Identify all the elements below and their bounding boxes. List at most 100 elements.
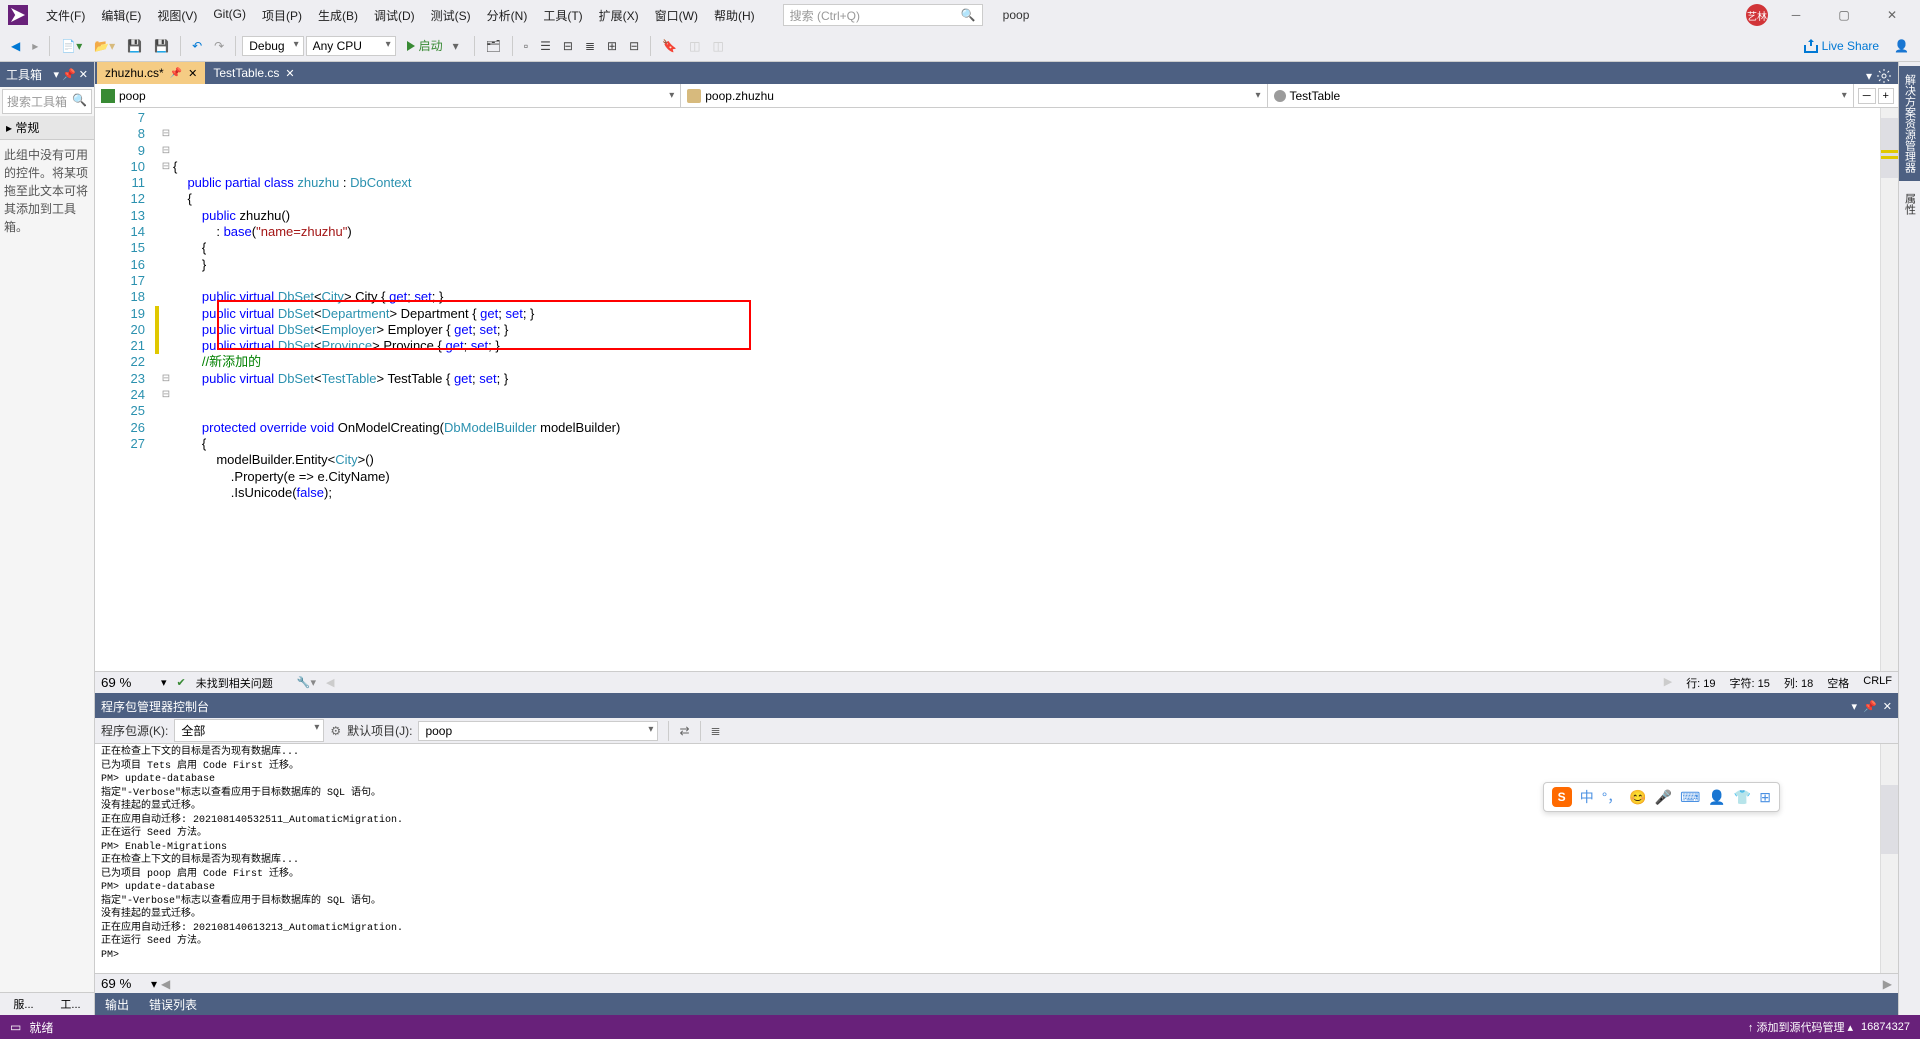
user-avatar[interactable]: 艺林	[1746, 4, 1768, 26]
status-ready-icon: ▭	[10, 1020, 21, 1034]
pmc-source-dropdown[interactable]: 全部	[174, 719, 324, 742]
tb-icon-8[interactable]: 🔖	[657, 36, 682, 56]
pin-icon[interactable]: ▾ 📌 ✕	[53, 68, 88, 81]
save-all-button[interactable]: 💾	[149, 36, 174, 56]
ime-skin-icon[interactable]: 👕	[1734, 789, 1751, 806]
document-tab[interactable]: zhuzhu.cs* 📌 ✕	[97, 62, 205, 84]
config-dropdown[interactable]: Debug	[242, 36, 303, 56]
tb-icon-5[interactable]: ≣	[580, 36, 600, 56]
menu-调试[interactable]: 调试(D)	[366, 3, 423, 28]
open-button[interactable]: 📂▾	[89, 36, 120, 56]
save-button[interactable]: 💾	[122, 36, 147, 56]
tb-icon-10[interactable]: ◫	[707, 36, 728, 56]
menu-分析[interactable]: 分析(N)	[479, 3, 536, 28]
pmc-pin-icon[interactable]: 📌	[1863, 700, 1877, 713]
platform-dropdown[interactable]: Any CPU	[306, 36, 396, 56]
tb-icon-4[interactable]: ⊟	[558, 36, 578, 56]
close-button[interactable]: ✕	[1872, 1, 1912, 29]
tb-icon-6[interactable]: ⊞	[602, 36, 622, 56]
menu-视图[interactable]: 视图(V)	[149, 3, 205, 28]
menu-扩展[interactable]: 扩展(X)	[591, 3, 647, 28]
toolbox-tab[interactable]: 工...	[47, 993, 94, 1015]
menu-帮助[interactable]: 帮助(H)	[706, 3, 763, 28]
maximize-button[interactable]: ▢	[1824, 1, 1864, 29]
menu-生成[interactable]: 生成(B)	[310, 3, 366, 28]
redo-button[interactable]: ↷	[209, 36, 229, 56]
tb-icon-1[interactable]: 🗂	[481, 36, 506, 56]
split-horizontal-button[interactable]: ─	[1858, 88, 1876, 104]
tb-icon-2[interactable]: ▫	[519, 36, 533, 56]
menu-编辑[interactable]: 编辑(E)	[93, 3, 149, 28]
close-icon[interactable]: ✕	[285, 67, 294, 80]
minimize-button[interactable]: ─	[1776, 1, 1816, 29]
document-tab[interactable]: TestTable.cs ✕	[205, 62, 302, 84]
nav-member-dropdown[interactable]: TestTable	[1268, 84, 1854, 107]
source-control-button[interactable]: ↑ 添加到源代码管理 ▴	[1748, 1019, 1853, 1035]
ime-mic-icon[interactable]: 🎤	[1655, 789, 1672, 806]
pmc-close-icon[interactable]: ✕	[1883, 700, 1892, 713]
tab-overflow-icon[interactable]: ▾	[1866, 69, 1872, 83]
feedback-icon[interactable]: 👤	[1889, 36, 1914, 56]
menu-工具[interactable]: 工具(T)	[535, 3, 590, 28]
menu-测试[interactable]: 测试(S)	[423, 3, 479, 28]
pmc-project-dropdown[interactable]: poop	[418, 721, 658, 741]
code-editor[interactable]: 789101112131415161718192021222324252627 …	[95, 108, 1898, 671]
right-panel-tab[interactable]: 属性	[1899, 185, 1920, 223]
toolbox-tab[interactable]: 服...	[0, 993, 47, 1015]
ime-lang[interactable]: 中	[1580, 787, 1594, 807]
right-panel-tab[interactable]: 解决方案资源管理器	[1899, 66, 1920, 181]
zoom-dropdown-icon[interactable]: ▾	[161, 676, 167, 689]
gear-icon[interactable]	[1876, 68, 1892, 84]
pmc-list-icon[interactable]: ≣	[711, 724, 721, 738]
bottom-tab-错误列表[interactable]: 错误列表	[139, 993, 207, 1016]
notification-count[interactable]: 16874327	[1861, 1021, 1910, 1033]
menu-Git[interactable]: Git(G)	[205, 3, 254, 28]
scroll-overview[interactable]	[1880, 108, 1898, 671]
ime-grid-icon[interactable]: ⊞	[1759, 789, 1771, 806]
issues-text[interactable]: 未找到相关问题	[196, 675, 273, 691]
close-icon[interactable]: ✕	[188, 67, 197, 80]
forward-button[interactable]: ▸	[27, 36, 43, 56]
line-ending[interactable]: CRLF	[1863, 675, 1892, 691]
indent-mode[interactable]: 空格	[1827, 675, 1849, 691]
start-debug-button[interactable]: 启动	[398, 34, 468, 57]
menu-项目[interactable]: 项目(P)	[254, 3, 310, 28]
menu-文件[interactable]: 文件(F)	[38, 3, 93, 28]
pmc-dropdown-icon[interactable]: ▾	[1852, 700, 1858, 713]
class-icon	[687, 89, 701, 103]
pmc-scroll-overview[interactable]	[1880, 744, 1898, 973]
search-icon: 🔍	[72, 93, 87, 110]
toolbox-search-input[interactable]: 搜索工具箱 🔍	[2, 89, 92, 114]
pmc-zoom-input[interactable]	[101, 976, 151, 991]
tb-icon-9[interactable]: ◫	[684, 36, 705, 56]
gear-icon[interactable]: ⚙	[330, 724, 341, 738]
pmc-zoom-dropdown-icon[interactable]: ▾	[151, 977, 157, 991]
ime-toolbar[interactable]: S 中 °， 😊 🎤 ⌨ 👤 👕 ⊞	[1543, 782, 1780, 812]
code-content[interactable]: { public partial class zhuzhu : DbContex…	[173, 108, 1880, 671]
new-file-button[interactable]: 📄▾	[56, 36, 87, 56]
global-search-input[interactable]: 搜索 (Ctrl+Q) 🔍	[783, 4, 983, 26]
tb-icon-3[interactable]: ☰	[535, 36, 556, 56]
pmc-clear-icon[interactable]: ⇄	[679, 724, 689, 738]
zoom-level-input[interactable]	[101, 675, 151, 690]
nav-project-dropdown[interactable]: poop	[95, 84, 681, 107]
tb-icon-7[interactable]: ⊟	[624, 36, 644, 56]
bottom-tab-输出[interactable]: 输出	[95, 993, 139, 1016]
pin-icon[interactable]: 📌	[170, 68, 182, 79]
search-placeholder: 搜索 (Ctrl+Q)	[790, 7, 860, 24]
ime-user-icon[interactable]: 👤	[1708, 789, 1725, 806]
fold-strip[interactable]: ⊟⊟⊟⊟⊟	[159, 108, 173, 671]
ime-emoji-icon[interactable]: 😊	[1629, 789, 1646, 806]
menu-窗口[interactable]: 窗口(W)	[647, 3, 706, 28]
undo-button[interactable]: ↶	[187, 36, 207, 56]
ime-keyboard-icon[interactable]: ⌨	[1680, 789, 1700, 806]
back-button[interactable]: ◀	[6, 36, 25, 56]
nav-class-dropdown[interactable]: poop.zhuzhu	[681, 84, 1267, 107]
live-share-button[interactable]: Live Share	[1804, 39, 1879, 53]
ime-punct-icon[interactable]: °，	[1602, 787, 1622, 807]
screwdriver-icon[interactable]: 🔧▾	[297, 676, 316, 689]
pmc-output[interactable]: 正在检查上下文的目标是否为现有数据库... 已为项目 Tets 启用 Code …	[95, 744, 1880, 973]
split-vertical-button[interactable]: +	[1878, 88, 1894, 104]
toolbox-category[interactable]: ▸ 常规	[0, 116, 94, 140]
play-icon	[407, 41, 415, 51]
